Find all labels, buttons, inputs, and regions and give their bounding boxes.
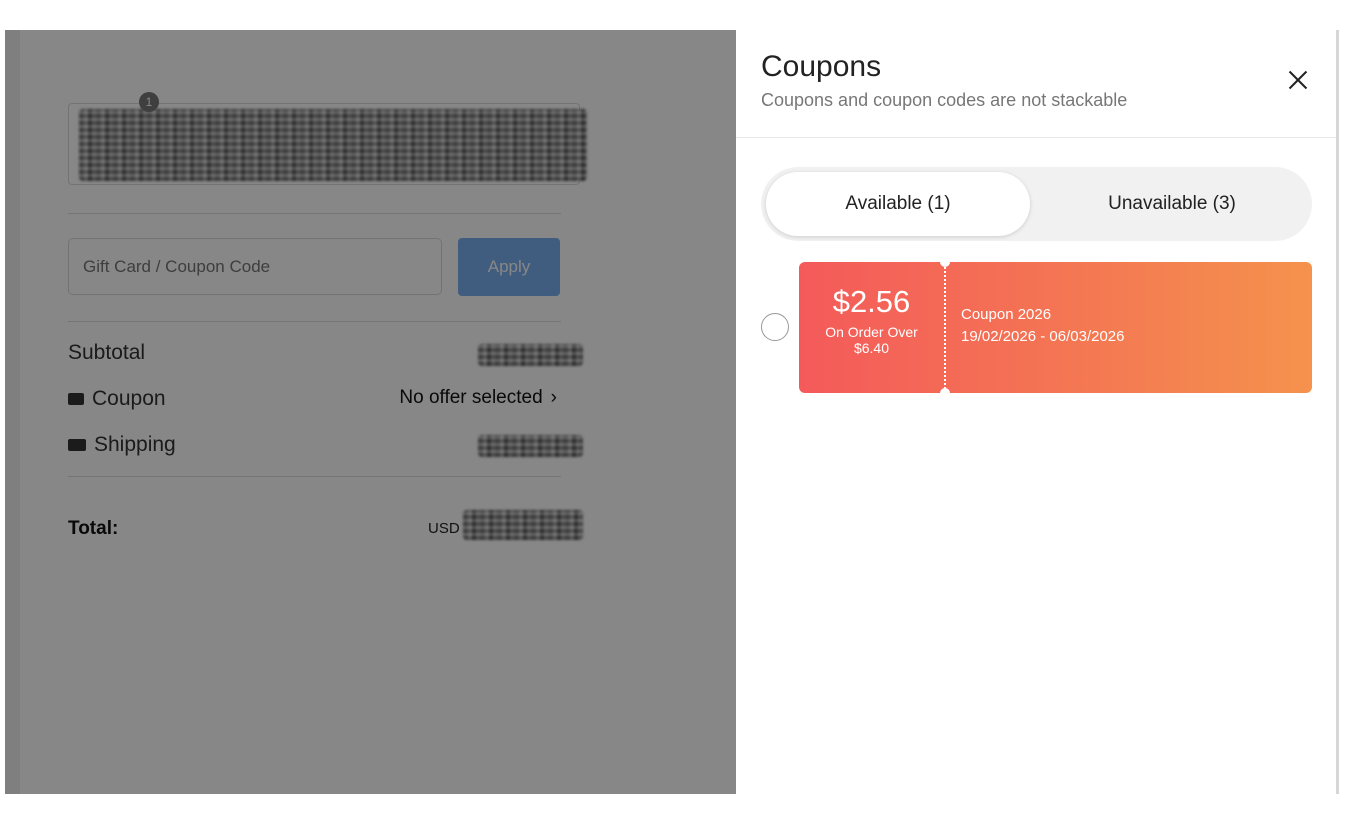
scrollbar[interactable] xyxy=(1336,30,1339,794)
coupon-perforation xyxy=(944,262,946,393)
coupon-amount-section: $2.56 On Order Over $6.40 xyxy=(799,262,944,393)
coupon-condition: On Order Over xyxy=(825,324,918,340)
coupon-tabs: Available (1) Unavailable (3) xyxy=(761,167,1312,241)
coupons-panel: Coupons Coupons and coupon codes are not… xyxy=(736,30,1337,818)
coupon-notch xyxy=(940,262,950,267)
coupon-radio[interactable] xyxy=(761,313,789,341)
coupon-name: Coupon 2026 xyxy=(961,306,1052,323)
checkout-summary: 1 Apply Subtotal Coupon No offer selecte… xyxy=(5,30,736,794)
panel-title: Coupons xyxy=(761,50,882,83)
coupon-card[interactable]: $2.56 On Order Over $6.40 Coupon 2026 19… xyxy=(799,262,1312,393)
left-edge xyxy=(5,30,20,794)
modal-overlay[interactable] xyxy=(5,30,736,794)
coupon-notch xyxy=(940,388,950,393)
panel-divider xyxy=(736,137,1337,138)
panel-subtitle: Coupons and coupon codes are not stackab… xyxy=(761,90,1128,110)
coupon-min-order: $6.40 xyxy=(853,340,890,356)
tab-unavailable[interactable]: Unavailable (3) xyxy=(1036,172,1308,236)
close-icon[interactable] xyxy=(1284,66,1312,94)
tab-available[interactable]: Available (1) xyxy=(766,172,1030,236)
coupon-amount: $2.56 xyxy=(832,284,911,319)
coupon-validity: 19/02/2026 - 06/03/2026 xyxy=(961,328,1125,345)
